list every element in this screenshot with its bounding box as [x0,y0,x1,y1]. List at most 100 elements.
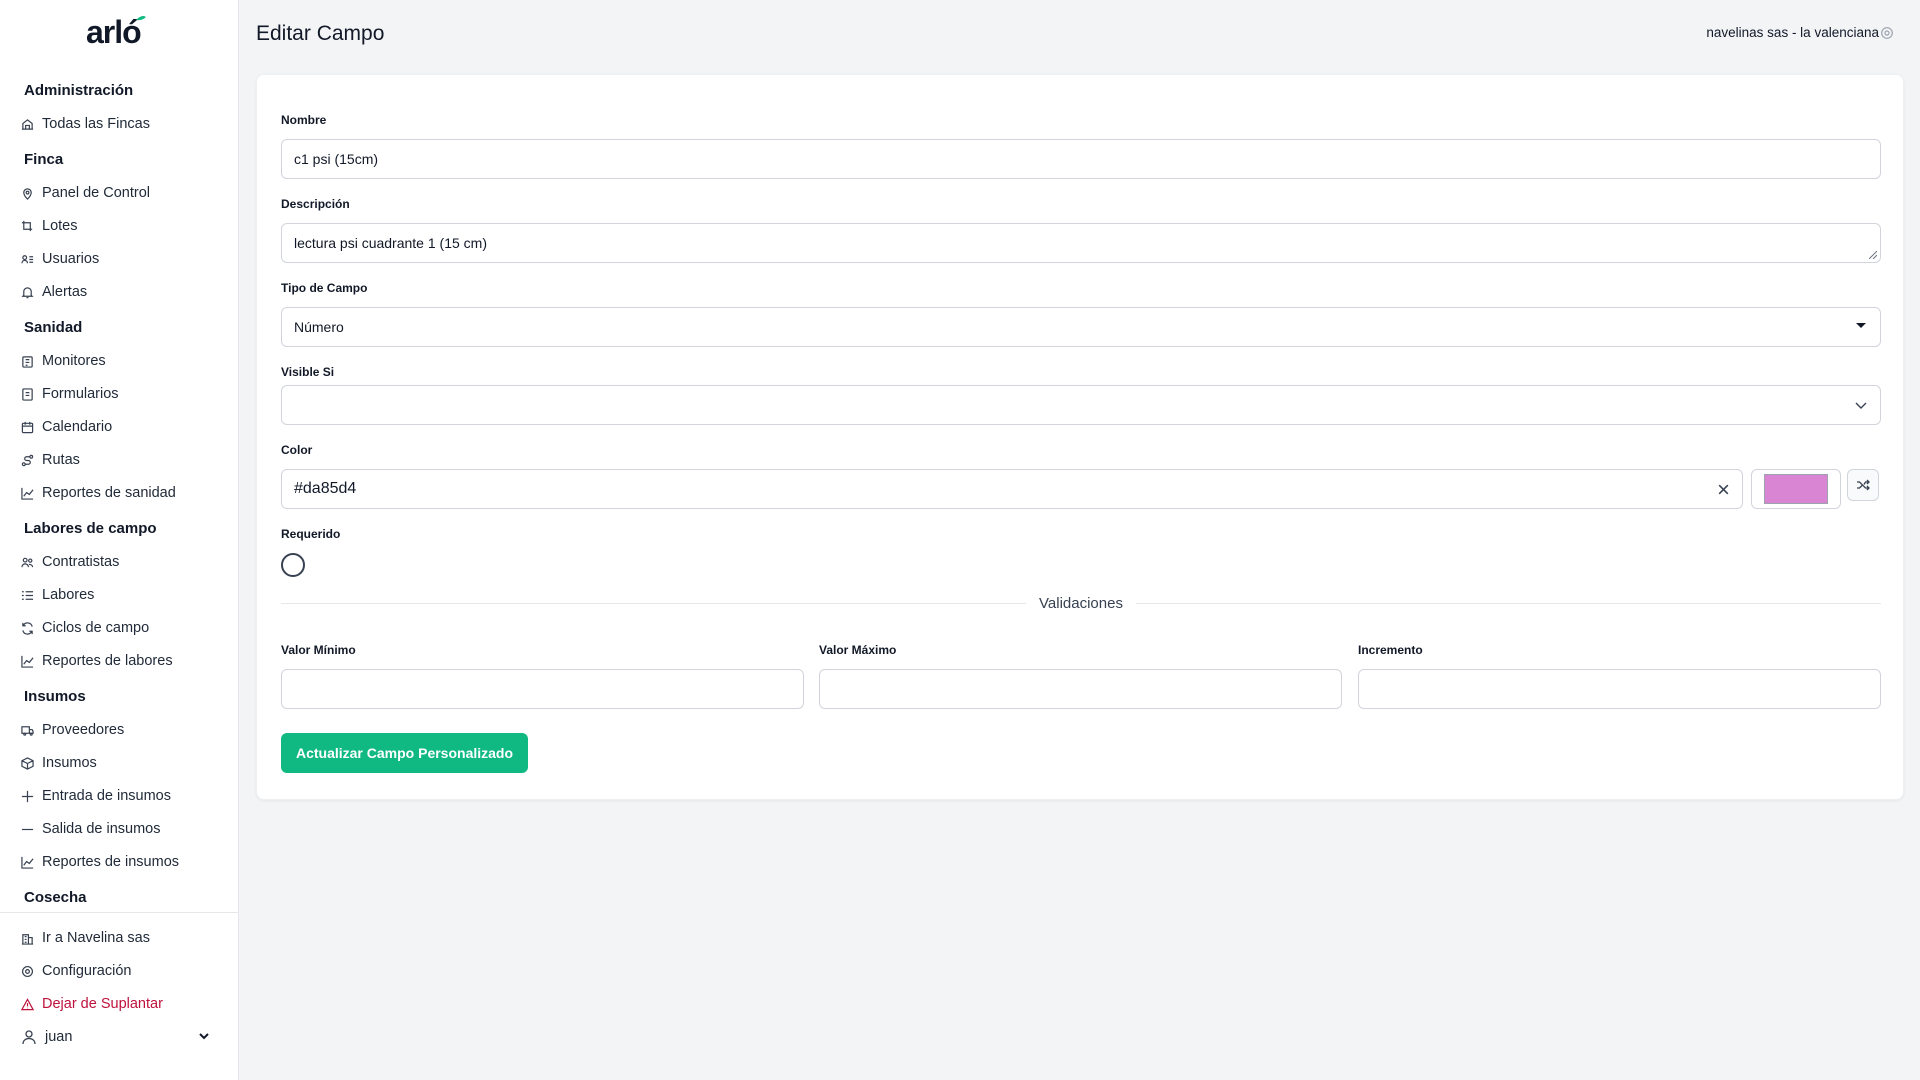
gear-icon [20,964,34,978]
sidebar-item-labores[interactable]: Labores [20,583,230,607]
description-value: lectura psi cuadrante 1 (15 cm) [294,235,487,251]
sidebar-item-rutas[interactable]: Rutas [20,448,230,472]
sidebar-item-salida-de-insumos[interactable]: Salida de insumos [20,817,230,841]
sidebar-item-lotes[interactable]: Lotes [20,214,230,238]
required-label: Requerido [281,527,341,541]
shuffle-icon [1857,479,1870,491]
sidebar-item-monitores[interactable]: Monitores [20,349,230,373]
arlo-logo[interactable]: arló [86,14,152,50]
sidebar-item-label: Entrada de insumos [42,788,171,804]
chart-line-icon [20,486,34,500]
min-value-input[interactable] [281,669,804,709]
sidebar-item-label: Monitores [42,353,106,369]
user-menu[interactable]: juan [20,1025,225,1049]
sidebar-item-label: Insumos [42,755,97,771]
sidebar-item-label: Reportes de sanidad [42,485,176,501]
sidebar-item-usuarios[interactable]: Usuarios [20,247,230,271]
package-icon [20,756,34,770]
sidebar-item-proveedores[interactable]: Proveedores [20,718,230,742]
section-title-administracion: Administración [24,82,134,99]
settings-small-icon [1880,26,1894,40]
sidebar-item-formularios[interactable]: Formularios [20,382,230,406]
color-hex-input[interactable]: #da85d4 [281,469,1743,509]
sidebar-item-reportes-de-insumos[interactable]: Reportes de insumos [20,850,230,874]
truck-icon [20,723,34,737]
sidebar-divider [0,912,239,913]
clear-icon[interactable] [1717,483,1730,496]
increment-label: Incremento [1358,643,1423,657]
people-icon [20,555,34,569]
chart-line-icon [20,654,34,668]
random-color-button[interactable] [1847,469,1879,501]
section-title-labores-de-campo: Labores de campo [24,520,157,537]
section-title-cosecha: Cosecha [24,889,87,906]
max-value-input[interactable] [819,669,1342,709]
settings-link[interactable]: Configuración [20,959,230,983]
color-picker-button[interactable] [1751,469,1841,509]
sidebar-item-entrada-de-insumos[interactable]: Entrada de insumos [20,784,230,808]
chevron-down-icon [199,1033,209,1040]
section-title-finca: Finca [24,151,64,168]
building-icon [20,931,34,945]
section-title-sanidad: Sanidad [24,319,83,336]
stop-impersonating-link[interactable]: Dejar de Suplantar [20,992,230,1016]
clipboard-icon [20,354,34,368]
sidebar-item-label: Labores [42,587,95,603]
description-label: Descripción [281,197,350,211]
color-label: Color [281,443,313,457]
users-list-icon [20,252,34,266]
sidebar-item-label: Reportes de labores [42,653,173,669]
sidebar-item-ciclos-de-campo[interactable]: Ciclos de campo [20,616,230,640]
caret-down-icon [1856,323,1866,328]
description-textarea[interactable]: lectura psi cuadrante 1 (15 cm) [281,223,1881,263]
increment-input[interactable] [1358,669,1881,709]
sidebar-item-label: Alertas [42,284,88,300]
sidebar-item-label: Lotes [42,218,78,234]
color-hex-value: #da85d4 [294,480,357,497]
max-value-label: Valor Máximo [819,643,897,657]
chevron-down-icon [1855,402,1867,409]
page-title: Editar Campo [256,22,385,45]
tenant-switcher[interactable]: navelinas sas - la valenciana [1706,25,1894,40]
farm-icon [20,117,34,131]
required-toggle[interactable] [281,553,305,577]
stop-impersonating-label: Dejar de Suplantar [42,996,163,1012]
svg-text:arló: arló [86,14,141,50]
field-type-value: Número [294,319,344,335]
bell-icon [20,285,34,299]
form-icon [20,387,34,401]
sidebar-item-label: Calendario [42,419,113,435]
visible-if-select[interactable] [281,385,1881,425]
edit-field-card: Nombre c1 psi (15cm) Descripción lectura… [256,74,1904,800]
name-label: Nombre [281,113,327,127]
sidebar-nav: Administración Todas las Fincas Finca Pa… [0,78,239,912]
section-title-insumos: Insumos [24,688,86,705]
resize-grip-icon[interactable] [1869,251,1877,259]
sidebar-item-calendario[interactable]: Calendario [20,415,230,439]
min-value-label: Valor Mínimo [281,643,356,657]
sidebar-item-label: Panel de Control [42,185,151,201]
sidebar-item-label: Salida de insumos [42,821,161,837]
sidebar-item-label: Reportes de insumos [42,854,180,870]
switch-farm-link[interactable]: Ir a Navelina sas [20,926,230,950]
name-value: c1 psi (15cm) [294,151,379,167]
sidebar-item-reportes-de-labores[interactable]: Reportes de labores [20,649,230,673]
sidebar-item-insumos[interactable]: Insumos [20,751,230,775]
sidebar-item-label: Contratistas [42,554,120,570]
sidebar-item-label: Proveedores [42,722,125,738]
sidebar-item-reportes-de-sanidad[interactable]: Reportes de sanidad [20,481,230,505]
sidebar-item-label: Rutas [42,452,80,468]
sidebar-item-todas-las-fincas[interactable]: Todas las Fincas [20,112,230,136]
refresh-icon [20,621,34,635]
sidebar-item-label: Ciclos de campo [42,620,150,636]
name-input[interactable]: c1 psi (15cm) [281,139,1881,179]
user-name: juan [45,1029,73,1045]
update-field-button[interactable]: Actualizar Campo Personalizado [281,733,528,773]
sidebar-item-panel-de-control[interactable]: Panel de Control [20,181,230,205]
sidebar: arló Administración Todas las Fincas Fin… [0,0,239,1080]
route-icon [20,453,34,467]
settings-label: Configuración [42,963,132,979]
field-type-select[interactable]: Número [281,307,1881,347]
sidebar-item-contratistas[interactable]: Contratistas [20,550,230,574]
sidebar-item-alertas[interactable]: Alertas [20,280,230,304]
